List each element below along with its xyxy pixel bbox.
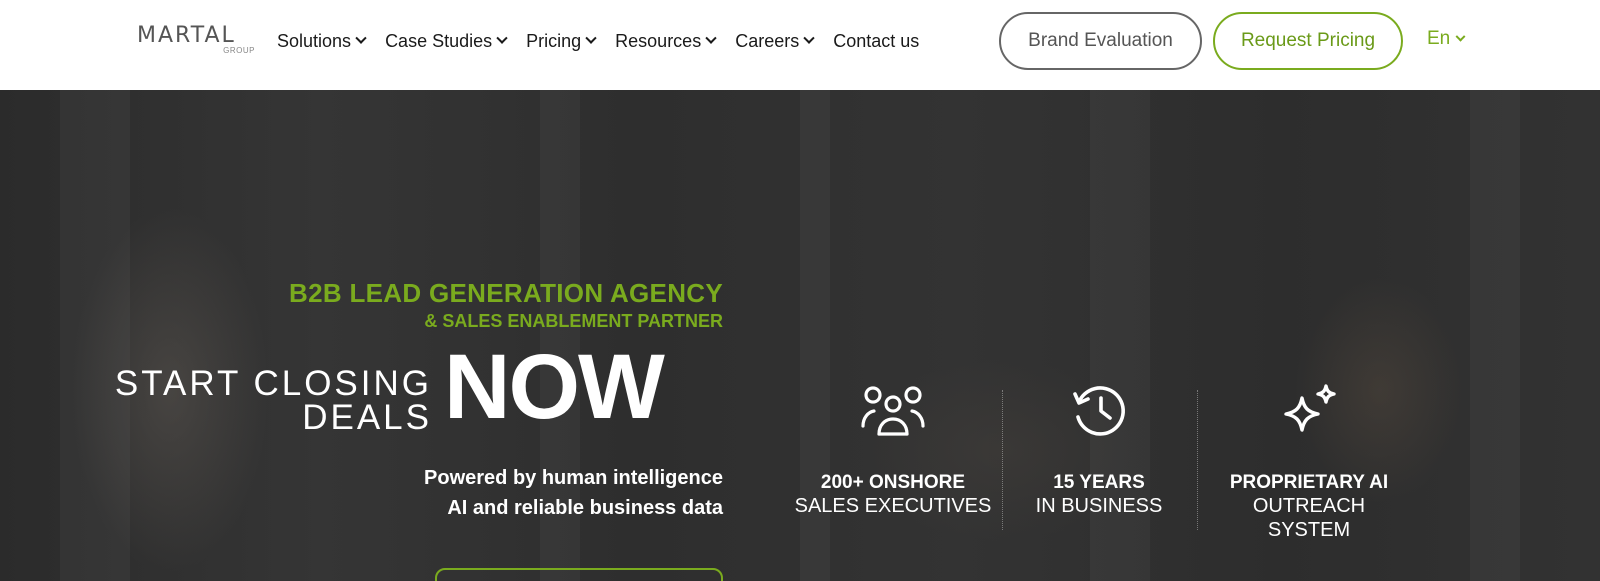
stat-label: IN BUSINESS bbox=[1035, 495, 1163, 517]
logo-text: MARTAL bbox=[137, 23, 236, 48]
chevron-down-icon bbox=[496, 32, 508, 44]
site-header: MARTAL GROUP Solutions Case Studies Pric… bbox=[0, 0, 1600, 90]
nav-pricing[interactable]: Pricing bbox=[526, 28, 597, 54]
background-decoration bbox=[1470, 90, 1520, 581]
language-label: En bbox=[1427, 28, 1451, 49]
nav-label: Case Studies bbox=[385, 30, 493, 51]
nav-careers[interactable]: Careers bbox=[735, 28, 815, 54]
people-group-icon bbox=[793, 382, 993, 446]
nav-label: Contact us bbox=[833, 30, 920, 51]
clock-history-icon bbox=[999, 382, 1199, 446]
request-pricing-button[interactable]: Request Pricing bbox=[1213, 12, 1403, 70]
chevron-down-icon bbox=[803, 32, 815, 44]
chevron-down-icon bbox=[585, 32, 597, 44]
stat-divider bbox=[1197, 390, 1198, 530]
language-selector[interactable]: En bbox=[1427, 28, 1466, 50]
hero-tagline: B2B LEAD GENERATION AGENCY bbox=[289, 278, 723, 308]
hero-heading-line1: START CLOSING bbox=[114, 364, 432, 403]
hero-heading-line2: DEALS bbox=[302, 398, 432, 437]
hero-subtagline: & SALES ENABLEMENT PARTNER bbox=[424, 311, 723, 331]
hero-section: B2B LEAD GENERATION AGENCY & SALES ENABL… bbox=[0, 90, 1600, 581]
nav-case-studies[interactable]: Case Studies bbox=[385, 28, 508, 54]
martal-logo[interactable]: MARTAL GROUP bbox=[137, 24, 257, 58]
nav-label: Pricing bbox=[526, 30, 582, 51]
nav-solutions[interactable]: Solutions bbox=[277, 28, 367, 54]
nav-contact-us[interactable]: Contact us bbox=[833, 28, 919, 54]
stat-label: SALES EXECUTIVES bbox=[794, 495, 992, 517]
brand-evaluation-button[interactable]: Brand Evaluation bbox=[999, 12, 1202, 70]
chevron-down-icon bbox=[1455, 31, 1466, 42]
nav-label: Solutions bbox=[277, 30, 352, 51]
stat-label: OUTREACH SYSTEM bbox=[1252, 495, 1366, 541]
stat-value: 15 YEARS bbox=[1053, 472, 1145, 493]
chevron-down-icon bbox=[705, 32, 717, 44]
logo-subtext: GROUP bbox=[223, 46, 255, 55]
chevron-down-icon bbox=[355, 32, 367, 44]
hero-description-line2: AI and reliable business data bbox=[447, 497, 723, 519]
main-nav: Solutions Case Studies Pricing Resources… bbox=[277, 28, 939, 54]
background-decoration bbox=[60, 90, 130, 581]
nav-label: Resources bbox=[615, 30, 702, 51]
hero-cta-button[interactable] bbox=[435, 568, 723, 581]
sparkles-icon bbox=[1209, 382, 1409, 446]
stat-ai-system: PROPRIETARY AI OUTREACH SYSTEM bbox=[1209, 382, 1409, 542]
hero-heading-now: NOW bbox=[444, 336, 665, 438]
nav-resources[interactable]: Resources bbox=[615, 28, 717, 54]
stat-value: 200+ ONSHORE bbox=[820, 472, 966, 493]
stat-years: 15 YEARS IN BUSINESS bbox=[999, 382, 1199, 518]
stat-sales-executives: 200+ ONSHORE SALES EXECUTIVES bbox=[793, 382, 993, 518]
hero-description-line1: Powered by human intelligence bbox=[424, 467, 723, 489]
stat-value: PROPRIETARY AI bbox=[1229, 472, 1389, 493]
nav-label: Careers bbox=[735, 30, 800, 51]
